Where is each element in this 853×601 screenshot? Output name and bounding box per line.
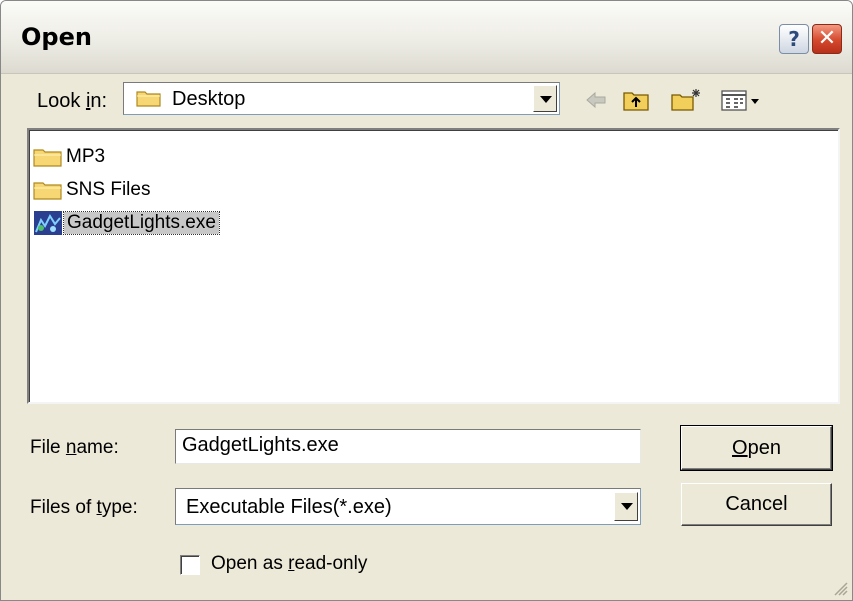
- look-in-value: Desktop: [172, 88, 246, 110]
- open-button-label: pen: [747, 437, 781, 459]
- folder-icon: [33, 182, 62, 200]
- title-bar[interactable]: Open ? ✕: [1, 1, 852, 74]
- chevron-down-icon[interactable]: [614, 492, 638, 521]
- file-type-label-post: ype:: [101, 497, 138, 518]
- chevron-down-icon[interactable]: [533, 85, 557, 112]
- read-only-label[interactable]: Open as read-only: [211, 553, 367, 575]
- file-name-label-pre: File: [30, 437, 66, 458]
- help-button[interactable]: ?: [779, 24, 809, 54]
- read-only-label-post: ead-only: [294, 553, 368, 574]
- file-list[interactable]: MP3 SNS Files GadgetLights.exe: [27, 128, 840, 404]
- file-type-label-pre: Files of: [30, 497, 97, 518]
- new-folder-icon[interactable]: [669, 87, 703, 113]
- file-name-label-accel: n: [65, 437, 77, 458]
- read-only-checkbox[interactable]: [180, 555, 200, 575]
- look-in-dropdown[interactable]: Desktop: [123, 82, 560, 115]
- file-name: SNS Files: [66, 179, 151, 200]
- help-icon: ?: [788, 27, 800, 51]
- file-type-value: Executable Files(*.exe): [186, 496, 392, 518]
- folder-icon: [136, 91, 161, 107]
- back-arrow-icon[interactable]: [583, 87, 609, 113]
- file-name: MP3: [66, 146, 106, 167]
- close-icon: ✕: [817, 26, 837, 51]
- open-dialog: Open ? ✕ Look in: Desktop MP3 SNS Files …: [0, 0, 853, 601]
- file-name-label: File name:: [30, 437, 119, 459]
- look-in-label-post: n:: [90, 90, 108, 112]
- cancel-button-label: Cancel: [725, 493, 788, 515]
- up-folder-icon[interactable]: [621, 87, 651, 113]
- file-name-label-post: ame:: [76, 437, 119, 458]
- close-button[interactable]: ✕: [812, 24, 842, 54]
- file-name: GadgetLights.exe: [63, 211, 220, 235]
- file-type-dropdown[interactable]: Executable Files(*.exe): [175, 488, 641, 525]
- look-in-label-pre: Look: [37, 90, 86, 112]
- file-name-field[interactable]: [175, 429, 641, 464]
- view-menu-icon[interactable]: [719, 87, 763, 113]
- file-name-input[interactable]: [182, 434, 622, 457]
- read-only-label-pre: Open as: [211, 553, 289, 574]
- open-button-accel: O: [732, 437, 748, 459]
- folder-icon: [33, 149, 62, 167]
- exe-icon: [34, 211, 62, 235]
- open-button[interactable]: Open: [680, 425, 833, 471]
- resize-grip-icon[interactable]: [832, 580, 848, 596]
- window-title: Open: [21, 23, 92, 51]
- file-type-label: Files of type:: [30, 497, 138, 519]
- look-in-label: Look in:: [37, 90, 107, 113]
- cancel-button[interactable]: Cancel: [681, 483, 832, 526]
